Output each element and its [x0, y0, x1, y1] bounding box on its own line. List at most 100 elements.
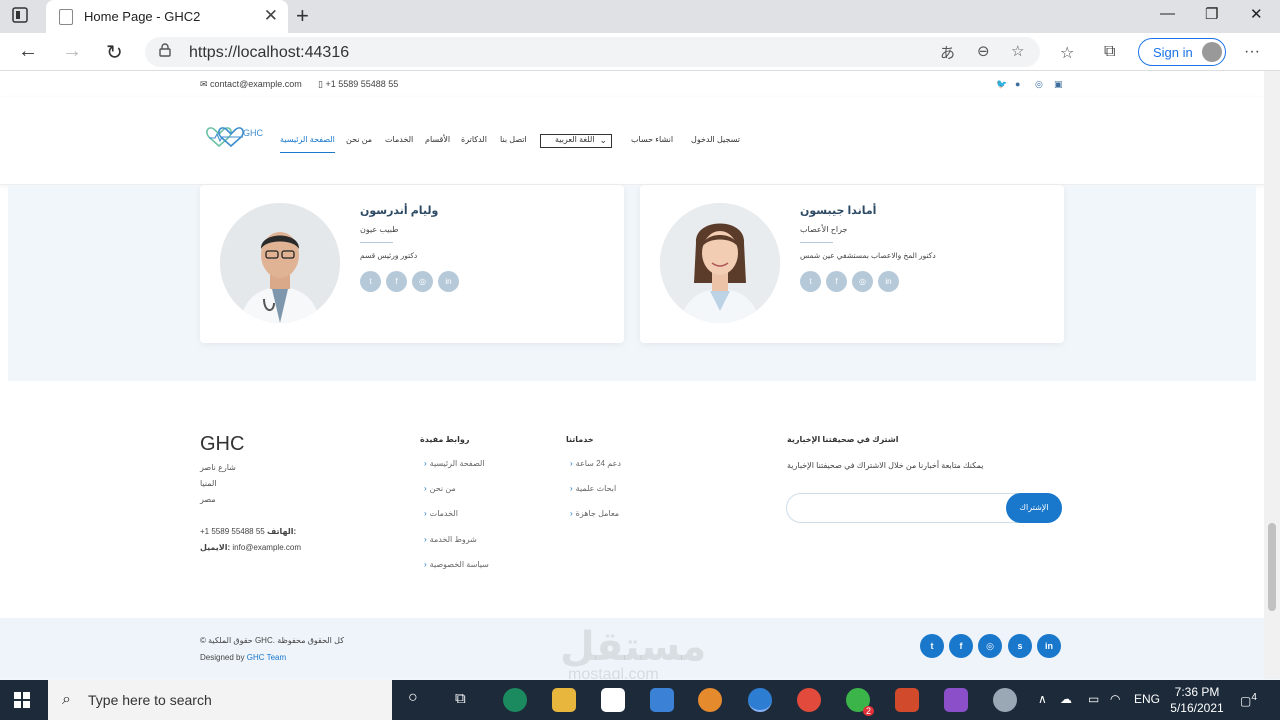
credits-link[interactable]: GHC Team	[247, 653, 286, 662]
footer-link-services[interactable]: › الخدمات	[424, 509, 458, 518]
footer-link-about[interactable]: › من نحن	[424, 484, 456, 493]
chevron-right-icon: ›	[424, 509, 427, 518]
file-explorer-icon[interactable]	[552, 688, 576, 712]
footer-phone: +1 5589 55488 55 الهاتف:	[200, 527, 296, 536]
sign-in-button[interactable]: Sign in	[1138, 38, 1226, 66]
store-icon[interactable]	[601, 688, 625, 712]
linkedin-icon[interactable]: in	[1037, 634, 1061, 658]
read-aloud-icon[interactable]: あ	[940, 42, 955, 63]
footer-phone-label: الهاتف:	[266, 527, 297, 536]
language-indicator[interactable]: ENG	[1134, 692, 1160, 706]
nav-login[interactable]: تسجيل الدخول	[691, 135, 740, 144]
powerpoint-icon[interactable]	[895, 688, 919, 712]
twitter-icon[interactable]: t	[920, 634, 944, 658]
windows-start-icon[interactable]	[14, 692, 30, 708]
linkedin-icon[interactable]: in	[878, 271, 899, 292]
url-bar[interactable]: https://localhost:44316 あ ⊖ ☆	[145, 37, 1040, 67]
instagram-icon[interactable]: ◎	[1035, 79, 1045, 89]
collections-icon[interactable]: ⧉	[1104, 43, 1115, 61]
language-select[interactable]: اللغة العربية ⌄	[540, 134, 612, 148]
topbar-email[interactable]: ✉ contact@example.com	[200, 79, 302, 90]
refresh-icon[interactable]: ↻	[106, 40, 123, 65]
footer-service-research[interactable]: › ابحاث علمية	[570, 484, 616, 493]
system-clock[interactable]: 7:36 PM 5/16/2021	[1168, 684, 1226, 716]
nav-about[interactable]: من نحن	[346, 135, 372, 144]
footer-link-label: من نحن	[429, 484, 456, 493]
windows-taskbar: ⌕ Type here to search ○ ⧉ 2 ∧ ☁ ▭ ◠ ENG …	[0, 680, 1280, 720]
add-favorite-icon[interactable]: ☆	[1011, 42, 1024, 60]
paint-icon[interactable]	[993, 688, 1017, 712]
tab-actions-icon[interactable]	[12, 7, 32, 25]
mail-icon[interactable]	[650, 688, 674, 712]
useful-links-title: روابط مفيدة	[420, 435, 470, 444]
newsletter-email-input[interactable]: الإشتراك	[786, 493, 1062, 523]
cortana-icon[interactable]: ○	[408, 689, 418, 707]
chevron-right-icon: ›	[424, 535, 427, 544]
twitter-icon[interactable]: t	[800, 271, 821, 292]
nav-home[interactable]: الصفحة الرئيسية	[280, 135, 335, 153]
linkedin-icon[interactable]: ▣	[1054, 79, 1064, 89]
instagram-icon[interactable]: ◎	[852, 271, 873, 292]
wifi-icon[interactable]: ◠	[1110, 692, 1120, 706]
tray-chevron-icon[interactable]: ∧	[1038, 692, 1047, 706]
footer-link-label: سياسة الخصوصية	[429, 560, 489, 569]
newsletter-text: يمكنك متابعة أخبارنا من خلال الاشتراك في…	[787, 461, 984, 470]
tab-close-icon[interactable]: ✕	[264, 6, 278, 26]
nav-contact[interactable]: اتصل بنا	[500, 135, 527, 144]
credits-label: Designed by	[200, 653, 245, 662]
footer-email-label: الايميل:	[200, 543, 231, 552]
nav-services[interactable]: الخدمات	[385, 135, 413, 144]
zoom-icon[interactable]: ⊖	[977, 42, 990, 60]
whatsapp-icon[interactable]: 2	[846, 688, 874, 716]
site-logo[interactable]: GHC	[205, 124, 265, 154]
subscribe-button[interactable]: الإشتراك	[1006, 493, 1062, 523]
url-text[interactable]: https://localhost:44316	[189, 44, 349, 62]
footer-link-home[interactable]: › الصفحة الرئيسية	[424, 459, 485, 468]
facebook-icon[interactable]: f	[386, 271, 407, 292]
back-icon[interactable]: ←	[18, 40, 38, 63]
facebook-icon[interactable]: f	[949, 634, 973, 658]
nav-departments[interactable]: الأقسام	[425, 135, 450, 144]
battery-icon[interactable]: ▭	[1088, 692, 1099, 706]
chrome-icon[interactable]	[797, 688, 821, 712]
instagram-icon[interactable]: ◎	[412, 271, 433, 292]
twitter-icon[interactable]: 🐦	[996, 79, 1007, 89]
taskbar-search[interactable]: ⌕ Type here to search	[48, 680, 392, 720]
window-close-icon[interactable]: ✕	[1250, 5, 1263, 23]
contact-topbar: ✉ contact@example.com ▯ +1 5589 55488 55…	[0, 71, 1264, 97]
more-icon[interactable]: ···	[1244, 43, 1260, 61]
visual-studio-icon[interactable]	[944, 688, 968, 712]
forward-icon[interactable]: →	[62, 40, 82, 63]
facebook-icon[interactable]: ●	[1015, 79, 1025, 89]
footer-link-privacy[interactable]: › سياسة الخصوصية	[424, 560, 489, 569]
skype-icon[interactable]: s	[1008, 634, 1032, 658]
page-scrollbar[interactable]	[1264, 71, 1280, 679]
notifications-icon[interactable]: ▢4	[1240, 692, 1257, 708]
chevron-right-icon: ›	[570, 509, 573, 518]
favorites-icon[interactable]: ☆	[1060, 43, 1074, 63]
task-view-icon[interactable]: ⧉	[455, 690, 466, 707]
nav-doctors[interactable]: الدكاترة	[461, 135, 487, 144]
footer-link-terms[interactable]: › شروط الخدمة	[424, 535, 477, 544]
cloud-icon[interactable]: ☁	[1060, 692, 1072, 706]
nav-signup[interactable]: انشاء حساب	[631, 135, 673, 144]
facebook-icon[interactable]: f	[826, 271, 847, 292]
footer-service-labs[interactable]: › معامل جاهزة	[570, 509, 619, 518]
footer-service-support[interactable]: › دعم 24 ساعة	[570, 459, 621, 468]
footer-link-label: شروط الخدمة	[429, 535, 477, 544]
footer-brand: GHC	[200, 433, 245, 455]
minimize-icon[interactable]: —	[1160, 5, 1175, 22]
edge-icon[interactable]	[748, 688, 772, 712]
restore-icon[interactable]: ❐	[1205, 5, 1218, 23]
new-tab-icon[interactable]: +	[296, 3, 309, 29]
linkedin-icon[interactable]: in	[438, 271, 459, 292]
app-icon[interactable]	[698, 688, 722, 712]
clock-date: 5/16/2021	[1170, 701, 1224, 715]
page-favicon-icon	[59, 9, 73, 25]
twitter-icon[interactable]: t	[360, 271, 381, 292]
browser-tab[interactable]: Home Page - GHC2 ✕	[46, 0, 288, 33]
edge-dev-icon[interactable]	[503, 688, 527, 712]
instagram-icon[interactable]: ◎	[978, 634, 1002, 658]
scrollbar-thumb[interactable]	[1268, 523, 1276, 611]
lock-icon	[159, 43, 171, 57]
